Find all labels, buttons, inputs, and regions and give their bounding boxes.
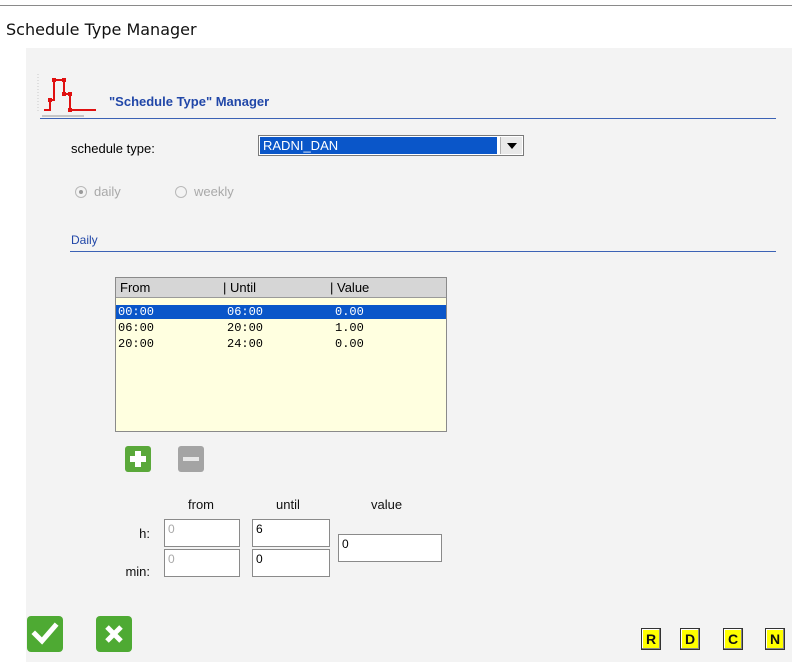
table-row[interactable]: 00:00 06:00 0.00 bbox=[116, 305, 446, 319]
cell-until: 20:00 bbox=[227, 321, 264, 335]
cell-until: 06:00 bbox=[227, 305, 264, 319]
table-row[interactable]: 06:00 20:00 1.00 bbox=[116, 321, 446, 335]
n-button[interactable]: N bbox=[765, 628, 785, 650]
value-input[interactable]: 0 bbox=[338, 534, 442, 562]
checkmark-icon bbox=[31, 622, 59, 645]
schedule-table[interactable]: From | Until | Value 00:00 06:00 0.00 06… bbox=[115, 277, 447, 432]
close-icon bbox=[105, 625, 123, 643]
remove-row-button[interactable] bbox=[178, 446, 204, 472]
column-header-from[interactable]: From bbox=[120, 280, 150, 295]
cell-from: 06:00 bbox=[118, 321, 155, 335]
chevron-down-icon bbox=[507, 143, 517, 149]
cancel-button[interactable] bbox=[96, 616, 132, 652]
table-row[interactable]: 20:00 24:00 0.00 bbox=[116, 337, 446, 351]
from-column-label: from bbox=[188, 497, 214, 512]
table-header: From | Until | Value bbox=[116, 278, 446, 298]
column-header-value[interactable]: | Value bbox=[330, 280, 369, 295]
dropdown-button[interactable] bbox=[500, 137, 522, 154]
cell-from: 20:00 bbox=[118, 337, 155, 351]
schedule-type-select[interactable]: RADNI_DAN bbox=[258, 135, 524, 156]
cell-from: 00:00 bbox=[118, 305, 155, 319]
radio-daily-label: daily bbox=[94, 184, 121, 199]
daily-section-label: Daily bbox=[71, 233, 98, 247]
r-button[interactable]: R bbox=[641, 628, 661, 650]
schedule-type-selected-value: RADNI_DAN bbox=[260, 137, 497, 154]
plus-icon bbox=[130, 451, 146, 467]
value-column-label: value bbox=[371, 497, 403, 512]
cell-value: 1.00 bbox=[335, 321, 364, 335]
minutes-row-label: min: bbox=[125, 564, 150, 579]
ok-button[interactable] bbox=[27, 616, 63, 652]
header-divider bbox=[40, 118, 776, 119]
window-top-border bbox=[0, 5, 792, 6]
cell-value: 0.00 bbox=[335, 337, 364, 351]
schedule-logo-icon bbox=[37, 74, 96, 117]
from-hours-input[interactable]: 0 bbox=[164, 519, 240, 547]
radio-daily-dot bbox=[75, 186, 87, 198]
minus-icon bbox=[183, 457, 199, 461]
cell-until: 24:00 bbox=[227, 337, 264, 351]
add-row-button[interactable] bbox=[125, 446, 151, 472]
radio-weekly-dot bbox=[175, 186, 187, 198]
until-column-label: until bbox=[276, 497, 300, 512]
column-header-until[interactable]: | Until bbox=[223, 280, 256, 295]
radio-weekly-label: weekly bbox=[194, 184, 234, 199]
until-minutes-input[interactable]: 0 bbox=[252, 549, 330, 577]
header-title: "Schedule Type" Manager bbox=[109, 94, 270, 109]
c-button[interactable]: C bbox=[723, 628, 743, 650]
hours-row-label: h: bbox=[139, 526, 150, 541]
window-title: Schedule Type Manager bbox=[6, 20, 197, 39]
daily-section-divider bbox=[70, 251, 776, 252]
d-button[interactable]: D bbox=[680, 628, 700, 650]
schedule-type-label: schedule type: bbox=[71, 141, 155, 156]
cell-value: 0.00 bbox=[335, 305, 364, 319]
until-hours-input[interactable]: 6 bbox=[252, 519, 330, 547]
from-minutes-input[interactable]: 0 bbox=[164, 549, 240, 577]
